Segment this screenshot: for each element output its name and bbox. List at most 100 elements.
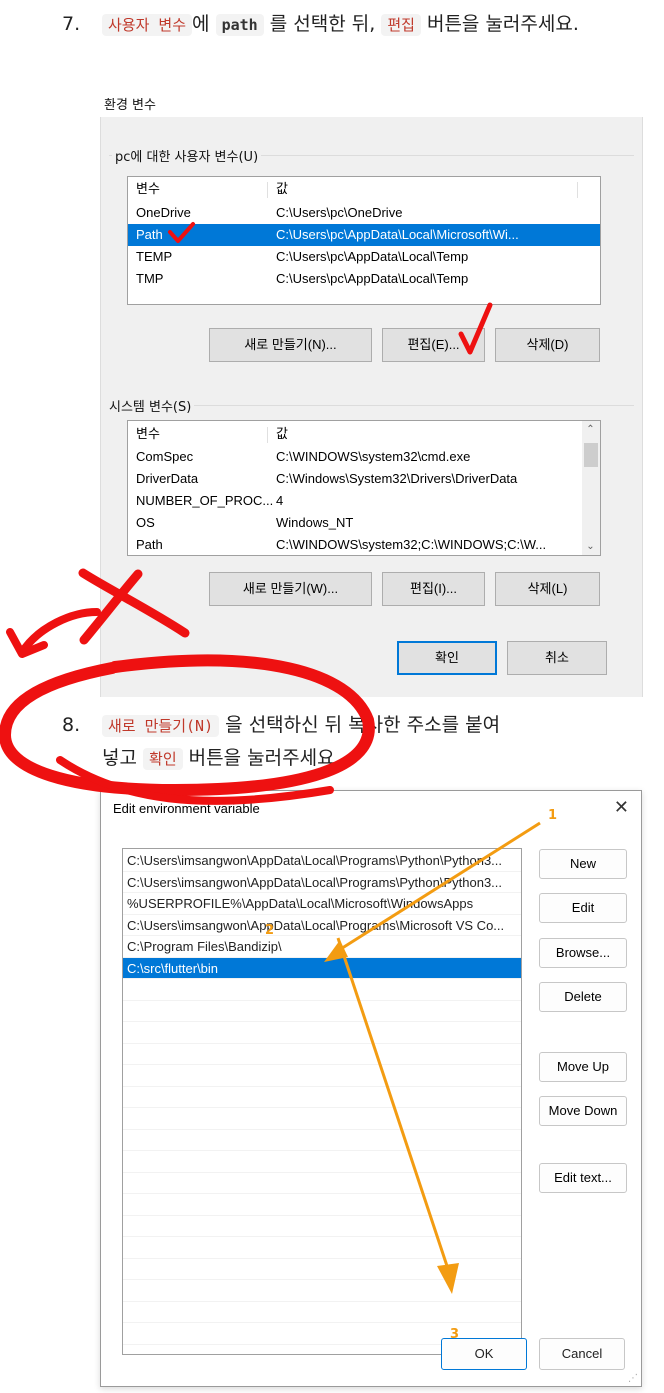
var-name: NUMBER_OF_PROC... — [136, 493, 274, 508]
var-value: C:\WINDOWS\system32\cmd.exe — [276, 449, 471, 464]
list-item-selected[interactable]: C:\src\flutter\bin — [123, 957, 521, 979]
user-delete-button[interactable]: 삭제(D) — [495, 328, 600, 362]
empty-row — [123, 1173, 521, 1194]
step-text: 넣고 — [102, 747, 137, 769]
column-header-value[interactable]: 값 — [276, 178, 288, 200]
list-item[interactable]: OneDrive C:\Users\pc\OneDrive — [128, 202, 600, 224]
list-item[interactable]: %USERPROFILE%\AppData\Local\Microsoft\Wi… — [123, 893, 521, 915]
var-name: TEMP — [136, 249, 173, 264]
var-name: DriverData — [136, 471, 199, 486]
var-name: Path — [136, 227, 163, 242]
step-8-text: 8. 새로 만들기(N) 을 선택하신 뒤 복사한 주소를 붙여 넣고 확인 버튼… — [62, 709, 642, 775]
edit-button[interactable]: Edit — [539, 893, 627, 923]
list-header: 변수 값 — [128, 178, 600, 200]
list-item[interactable]: C:\Users\imsangwon\AppData\Local\Program… — [123, 915, 521, 936]
empty-row — [123, 1130, 521, 1151]
scroll-up-icon[interactable]: ⌃ — [582, 424, 599, 435]
var-value: C:\Users\pc\AppData\Local\Temp — [276, 271, 469, 286]
user-new-button[interactable]: 새로 만들기(N)... — [209, 328, 372, 362]
empty-row — [123, 1022, 521, 1044]
inline-code-ok: 확인 — [143, 748, 183, 770]
empty-row — [123, 1001, 521, 1022]
var-name: ComSpec — [136, 449, 194, 464]
var-value: C:\Users\pc\AppData\Local\Temp — [276, 249, 469, 264]
edit-env-variable-dialog: Edit environment variable ✕ C:\Users\ims… — [100, 790, 642, 1387]
env-variables-dialog: pc에 대한 사용자 변수(U) 변수 값 OneDrive C:\Users\… — [100, 117, 643, 697]
list-item[interactable]: OS Windows_NT — [128, 512, 582, 534]
scroll-down-icon[interactable]: ⌄ — [582, 541, 599, 552]
list-item[interactable]: Path C:\WINDOWS\system32;C:\WINDOWS;C:\W… — [128, 534, 582, 556]
column-header-value[interactable]: 값 — [276, 423, 288, 445]
ok-button[interactable]: 확인 — [397, 641, 497, 675]
vertical-scrollbar[interactable]: ⌃ ⌄ — [582, 421, 600, 555]
step-text: 에 — [192, 13, 210, 35]
empty-row — [123, 1280, 521, 1302]
empty-row — [123, 1044, 521, 1065]
cancel-button[interactable]: Cancel — [539, 1338, 625, 1370]
system-vars-list[interactable]: 변수 값 ComSpec C:\WINDOWS\system32\cmd.exe… — [127, 420, 601, 556]
system-delete-button[interactable]: 삭제(L) — [495, 572, 600, 606]
user-vars-group-label: pc에 대한 사용자 변수(U) — [112, 146, 262, 165]
edit-text-button[interactable]: Edit text... — [539, 1163, 627, 1193]
empty-row — [123, 1259, 521, 1280]
move-up-button[interactable]: Move Up — [539, 1052, 627, 1082]
delete-button[interactable]: Delete — [539, 982, 627, 1012]
annotation-number: 3 — [450, 1327, 460, 1342]
var-name: TMP — [136, 271, 164, 286]
scrollbar-thumb[interactable] — [584, 443, 598, 467]
arrowhead — [6, 628, 48, 658]
empty-row — [123, 1087, 521, 1108]
list-header: 변수 값 — [128, 423, 600, 445]
empty-row — [123, 979, 521, 1001]
system-vars-group-label: 시스템 변수(S) — [106, 396, 195, 415]
empty-row — [123, 1108, 521, 1130]
dialog-title: Edit environment variable — [113, 801, 260, 816]
list-item[interactable]: TEMP C:\Users\pc\AppData\Local\Temp — [128, 246, 600, 268]
empty-row — [123, 1194, 521, 1216]
user-edit-button[interactable]: 편집(E)... — [382, 328, 485, 362]
column-header-variable[interactable]: 변수 — [136, 178, 160, 200]
annotation-number: 1 — [548, 808, 558, 823]
close-icon[interactable]: ✕ — [614, 797, 629, 818]
list-item[interactable]: DriverData C:\Windows\System32\Drivers\D… — [128, 468, 582, 490]
var-value: C:\Users\pc\OneDrive — [276, 205, 403, 220]
system-edit-button[interactable]: 편집(I)... — [382, 572, 485, 606]
resize-grip-icon[interactable]: ⋰ — [628, 1373, 638, 1384]
var-value: Windows_NT — [276, 515, 354, 530]
var-value: C:\Windows\System32\Drivers\DriverData — [276, 471, 518, 486]
path-entries-list[interactable]: C:\Users\imsangwon\AppData\Local\Program… — [122, 848, 522, 1355]
var-name: OS — [136, 515, 155, 530]
var-value: 4 — [276, 493, 284, 508]
var-value: C:\Users\pc\AppData\Local\Microsoft\Wi..… — [276, 227, 519, 242]
var-name: Path — [136, 537, 163, 552]
env-dialog-title: 환경 변수 — [104, 98, 156, 113]
new-button[interactable]: New — [539, 849, 627, 879]
empty-row — [123, 1065, 521, 1087]
column-header-variable[interactable]: 변수 — [136, 423, 160, 445]
step-7-text: 7. 사용자 변수 에 path 를 선택한 뒤, 편집 버튼을 눌러주세요. — [62, 8, 642, 41]
step-text: 을 선택하신 뒤 복사한 주소를 붙여 — [225, 714, 501, 736]
step-number: 7. — [62, 13, 81, 35]
list-item[interactable]: C:\Program Files\Bandizip\ — [123, 936, 521, 958]
browse-button[interactable]: Browse... — [539, 938, 627, 968]
empty-row — [123, 1151, 521, 1173]
list-item[interactable]: TMP C:\Users\pc\AppData\Local\Temp — [128, 268, 600, 290]
list-item-selected[interactable]: Path C:\Users\pc\AppData\Local\Microsoft… — [128, 224, 600, 246]
ok-button[interactable]: OK — [441, 1338, 527, 1370]
inline-code-user-vars: 사용자 변수 — [102, 14, 193, 36]
var-name: OneDrive — [136, 205, 191, 220]
list-item[interactable]: ComSpec C:\WINDOWS\system32\cmd.exe — [128, 446, 582, 468]
empty-row — [123, 1237, 521, 1259]
step-text: 버튼을 눌러주세요. — [426, 13, 579, 35]
list-item[interactable]: NUMBER_OF_PROC... 4 — [128, 490, 582, 512]
user-vars-list[interactable]: 변수 값 OneDrive C:\Users\pc\OneDrive Path … — [127, 176, 601, 305]
list-item[interactable]: C:\Users\imsangwon\AppData\Local\Program… — [123, 872, 521, 893]
annotation-number: 2 — [265, 923, 275, 938]
list-item[interactable]: C:\Users\imsangwon\AppData\Local\Program… — [123, 850, 521, 872]
cancel-button[interactable]: 취소 — [507, 641, 607, 675]
var-value: C:\WINDOWS\system32;C:\WINDOWS;C:\W... — [276, 537, 547, 552]
system-new-button[interactable]: 새로 만들기(W)... — [209, 572, 372, 606]
step-number: 8. — [62, 714, 81, 736]
curved-arrow — [21, 608, 101, 652]
move-down-button[interactable]: Move Down — [539, 1096, 627, 1126]
